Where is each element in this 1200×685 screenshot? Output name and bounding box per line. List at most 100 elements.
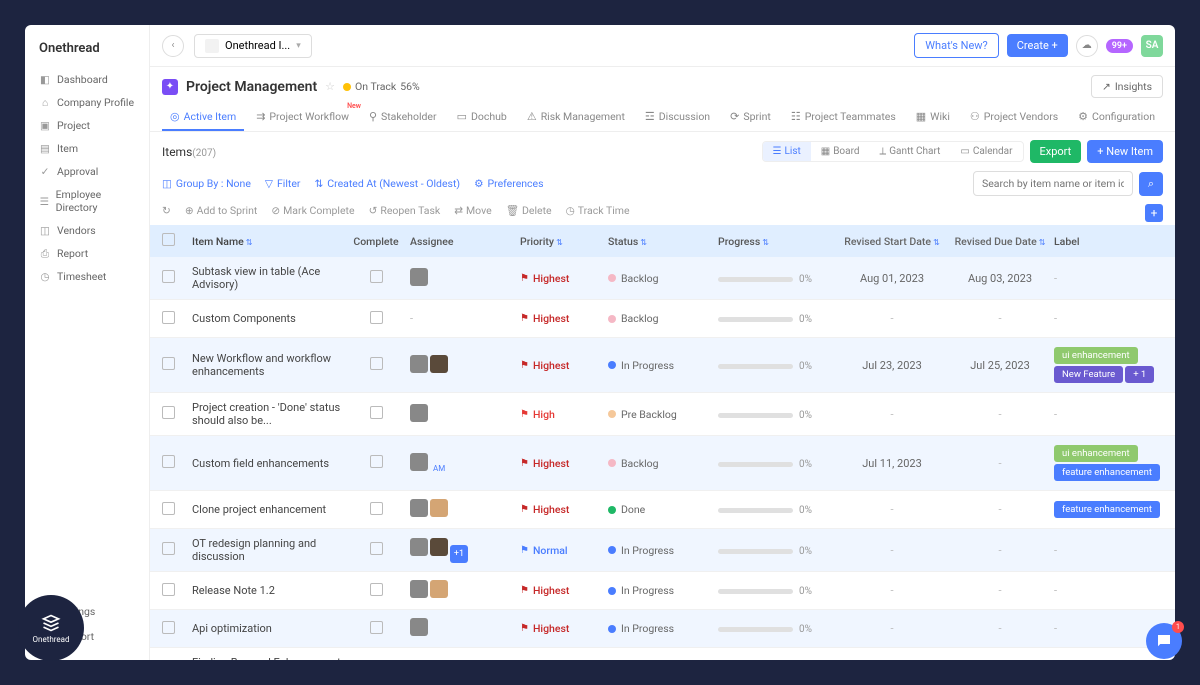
priority-value[interactable]: ⚑Highest <box>520 503 608 516</box>
assignee-avatar[interactable] <box>410 618 428 636</box>
add-column-button[interactable]: + <box>1145 204 1163 222</box>
tab-discussion[interactable]: ☲Discussion <box>637 104 718 131</box>
export-button[interactable]: Export <box>1030 140 1082 163</box>
priority-value[interactable]: ⚑Highest <box>520 584 608 597</box>
tab-sprint[interactable]: ⟳Sprint <box>722 104 779 131</box>
assignee-avatar[interactable] <box>410 404 428 422</box>
priority-value[interactable]: ⚑Highest <box>520 359 608 372</box>
complete-checkbox[interactable] <box>370 406 383 419</box>
tab-configuration[interactable]: ⚙Configuration <box>1070 104 1163 131</box>
status-value[interactable]: In Progress <box>608 544 718 557</box>
complete-checkbox[interactable] <box>370 583 383 596</box>
sidebar-item-company-profile[interactable]: ⌂Company Profile <box>33 91 141 114</box>
priority-value[interactable]: ⚑Highest <box>520 457 608 470</box>
label-tag[interactable]: ui enhancement <box>1054 445 1138 462</box>
assignee-avatar[interactable] <box>410 268 428 286</box>
collapse-sidebar-button[interactable]: ‹ <box>162 35 184 57</box>
complete-checkbox[interactable] <box>370 455 383 468</box>
complete-checkbox[interactable] <box>370 502 383 515</box>
assignee-avatar[interactable] <box>410 453 428 471</box>
complete-checkbox[interactable] <box>370 542 383 555</box>
create-button[interactable]: Create + <box>1007 34 1068 57</box>
insights-button[interactable]: ↗ Insights <box>1091 75 1163 98</box>
whats-new-button[interactable]: What's New? <box>914 33 998 58</box>
complete-checkbox[interactable] <box>370 357 383 370</box>
select-all-checkbox[interactable] <box>162 233 175 246</box>
table-row[interactable]: Finding Bug and Enhancement of Productio… <box>150 648 1175 660</box>
row-checkbox[interactable] <box>162 621 175 634</box>
col-assignee[interactable]: Assignee <box>410 235 520 248</box>
row-checkbox[interactable] <box>162 270 175 283</box>
status-value[interactable]: Backlog <box>608 272 718 285</box>
status-value[interactable]: In Progress <box>608 584 718 597</box>
assignee-avatar[interactable] <box>410 499 428 517</box>
priority-value[interactable]: ⚑Highest <box>520 622 608 635</box>
row-checkbox[interactable] <box>162 583 175 596</box>
search-input[interactable] <box>973 171 1133 196</box>
view-gantt-chart[interactable]: ⟂Gantt Chart <box>870 142 951 161</box>
preferences-button[interactable]: ⚙ Preferences <box>474 177 543 190</box>
tab-project-teammates[interactable]: ☷Project Teammates <box>783 104 904 131</box>
status-value[interactable]: Done <box>608 503 718 516</box>
priority-value[interactable]: ⚑Highest <box>520 312 608 325</box>
sidebar-item-dashboard[interactable]: ◧Dashboard <box>33 68 141 91</box>
priority-value[interactable]: ⚑Highest <box>520 272 608 285</box>
row-checkbox[interactable] <box>162 455 175 468</box>
reopen-task-button[interactable]: ↺ Reopen Task <box>369 204 441 217</box>
search-button[interactable]: ⌕ <box>1139 172 1163 196</box>
sort-filter[interactable]: ⇅ Created At (Newest - Oldest) <box>314 177 460 190</box>
table-row[interactable]: Subtask view in table (Ace Advisory) ⚑Hi… <box>150 257 1175 300</box>
table-row[interactable]: Custom field enhancements AM ⚑Highest Ba… <box>150 436 1175 491</box>
sidebar-item-employee-directory[interactable]: ☰Employee Directory <box>33 183 141 219</box>
status-value[interactable]: Backlog <box>608 312 718 325</box>
table-row[interactable]: Project creation - 'Done' status should … <box>150 393 1175 436</box>
notification-badge[interactable]: 99+ <box>1106 39 1133 53</box>
group-by-filter[interactable]: ◫ Group By : None <box>162 177 251 190</box>
project-selector[interactable]: Onethread I... ▾ <box>194 34 312 58</box>
priority-value[interactable]: ⚑High <box>520 408 608 421</box>
view-list[interactable]: ☰List <box>763 142 811 161</box>
sidebar-item-project[interactable]: ▣Project <box>33 114 141 137</box>
col-progress[interactable]: Progress⇅ <box>718 235 838 248</box>
filter-button[interactable]: ▽ Filter <box>265 177 301 190</box>
sidebar-item-timesheet[interactable]: ◷Timesheet <box>33 265 141 288</box>
row-checkbox[interactable] <box>162 311 175 324</box>
col-revised-start[interactable]: Revised Start Date⇅ <box>838 235 946 248</box>
table-row[interactable]: OT redesign planning and discussion +1 ⚑… <box>150 529 1175 572</box>
refresh-button[interactable]: ↻ <box>162 204 171 217</box>
label-tag[interactable]: feature enhancement <box>1054 464 1160 481</box>
star-icon[interactable]: ☆ <box>325 80 335 93</box>
assignee-avatar[interactable] <box>430 355 448 373</box>
table-row[interactable]: Clone project enhancement ⚑Highest Done … <box>150 491 1175 529</box>
tab-wiki[interactable]: ▦Wiki <box>908 104 958 131</box>
assignee-avatar[interactable] <box>410 580 428 598</box>
row-checkbox[interactable] <box>162 502 175 515</box>
new-item-button[interactable]: + New Item <box>1087 140 1163 163</box>
complete-checkbox[interactable] <box>370 311 383 324</box>
col-status[interactable]: Status⇅ <box>608 235 718 248</box>
sidebar-item-approval[interactable]: ✓Approval <box>33 160 141 183</box>
view-calendar[interactable]: ▭Calendar <box>950 142 1022 161</box>
tab-risk-management[interactable]: ⚠Risk Management <box>519 104 633 131</box>
view-board[interactable]: ▦Board <box>811 142 870 161</box>
track-time-button[interactable]: ◷ Track Time <box>566 204 630 217</box>
col-priority[interactable]: Priority⇅ <box>520 235 608 248</box>
sidebar-item-report[interactable]: ⎙Report <box>33 242 141 265</box>
col-revised-due[interactable]: Revised Due Date⇅ <box>946 235 1054 248</box>
tab-dochub[interactable]: ▭Dochub <box>449 104 515 131</box>
priority-value[interactable]: ⚑Normal <box>520 544 608 557</box>
tab-project-workflow[interactable]: ⇉Project WorkflowNew <box>248 104 357 131</box>
tab-project-vendors[interactable]: ⚇Project Vendors <box>962 104 1066 131</box>
assignee-avatar[interactable] <box>410 355 428 373</box>
mark-complete-button[interactable]: ⊘ Mark Complete <box>271 204 354 217</box>
status-value[interactable]: In Progress <box>608 622 718 635</box>
assignee-more[interactable]: +1 <box>450 545 468 563</box>
tab-active-item[interactable]: ◎Active Item <box>162 104 244 131</box>
move-button[interactable]: ⇄ Move <box>454 204 491 217</box>
assignee-avatar[interactable] <box>430 499 448 517</box>
table-row[interactable]: Release Note 1.2 ⚑Highest In Progress 0%… <box>150 572 1175 610</box>
col-item-name[interactable]: Item Name⇅ <box>192 235 342 248</box>
row-checkbox[interactable] <box>162 406 175 419</box>
row-checkbox[interactable] <box>162 357 175 370</box>
col-label[interactable]: Label <box>1054 235 1163 248</box>
